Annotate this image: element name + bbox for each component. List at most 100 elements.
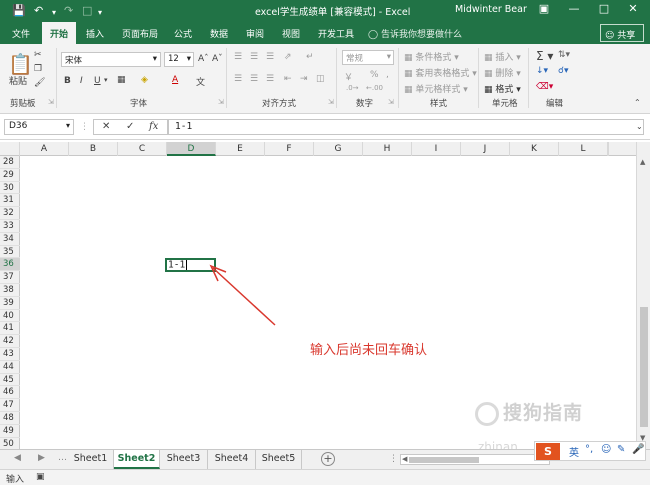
name-box[interactable]: D36 ▾ <box>4 119 74 135</box>
increase-font-icon[interactable]: Aˆ <box>198 54 209 64</box>
maximize-icon[interactable]: □ <box>593 2 615 15</box>
undo-dropdown-icon[interactable]: ▾ <box>52 5 56 21</box>
paste-icon[interactable]: 📋 <box>8 52 33 76</box>
row-header-45[interactable]: 45 <box>0 374 20 387</box>
row-header-42[interactable]: 42 <box>0 335 20 348</box>
font-launcher-icon[interactable]: ⇲ <box>218 98 224 106</box>
delete-cells-button[interactable]: ▦ 删除 ▾ <box>484 66 521 79</box>
undo-icon[interactable]: ↶ <box>34 3 43 19</box>
currency-icon[interactable]: ￥ <box>344 70 353 83</box>
prev-sheet-icon[interactable]: ◀ <box>14 453 21 463</box>
scroll-left-icon[interactable]: ◀ <box>402 455 407 463</box>
tab-formulas[interactable]: 公式 <box>174 27 192 40</box>
column-header-m[interactable]: M <box>608 142 609 156</box>
insert-cells-button[interactable]: ▦ 插入 ▾ <box>484 50 521 63</box>
select-all-corner[interactable] <box>0 142 20 156</box>
font-name-select[interactable]: 宋体 ▾ <box>61 52 161 67</box>
underline-icon[interactable]: U <box>94 76 101 86</box>
column-header-k[interactable]: K <box>510 142 559 156</box>
align-bottom-icon[interactable]: ☰ <box>266 52 274 62</box>
align-top-icon[interactable]: ☰ <box>234 52 242 62</box>
row-header-46[interactable]: 46 <box>0 386 20 400</box>
share-button[interactable]: ☺ 共享 <box>600 24 644 42</box>
format-cells-button[interactable]: ▦ 格式 ▾ <box>484 82 521 95</box>
decrease-font-icon[interactable]: Aˇ <box>212 54 223 64</box>
column-header-b[interactable]: B <box>69 142 118 156</box>
cell-styles-button[interactable]: ▦ 单元格样式 ▾ <box>404 82 468 95</box>
ime-skin-icon[interactable]: ✎ <box>617 444 625 455</box>
tab-insert[interactable]: 插入 <box>86 27 104 40</box>
tab-file[interactable]: 文件 <box>12 27 30 40</box>
tab-split-icon[interactable]: ⋮ <box>389 454 398 464</box>
percent-icon[interactable]: % <box>370 70 379 80</box>
row-header-37[interactable]: 37 <box>0 271 20 284</box>
align-center-icon[interactable]: ☰ <box>250 74 258 84</box>
alignment-launcher-icon[interactable]: ⇲ <box>328 98 334 106</box>
row-header-41[interactable]: 41 <box>0 322 20 336</box>
row-header-38[interactable]: 38 <box>0 284 20 297</box>
column-header-c[interactable]: C <box>118 142 167 156</box>
sheet-tab-1[interactable]: Sheet1 <box>68 450 114 469</box>
number-format-select[interactable]: 常规 ▾ <box>342 50 394 65</box>
align-middle-icon[interactable]: ☰ <box>250 52 258 62</box>
clear-icon[interactable]: ⌫▾ <box>536 82 553 92</box>
tab-review[interactable]: 审阅 <box>246 27 264 40</box>
row-header-34[interactable]: 34 <box>0 233 20 246</box>
comma-icon[interactable]: , <box>386 70 389 80</box>
next-sheet-icon[interactable]: ▶ <box>38 453 45 463</box>
macro-record-icon[interactable]: ▣ <box>36 472 45 482</box>
column-header-d[interactable]: D <box>167 142 216 156</box>
ime-punctuation-icon[interactable]: °, <box>585 444 593 455</box>
tab-home[interactable]: 开始 <box>42 22 77 44</box>
font-size-select[interactable]: 12 ▾ <box>164 52 194 67</box>
sheet-tab-5[interactable]: Sheet5 <box>256 450 302 469</box>
phonetic-icon[interactable]: 文 <box>196 75 205 88</box>
fill-icon[interactable]: ↓▾ <box>536 66 548 76</box>
tab-view[interactable]: 视图 <box>282 27 300 40</box>
tell-me-box[interactable]: ◯ 告诉我你想要做什么 <box>368 27 462 40</box>
decrease-indent-icon[interactable]: ⇤ <box>284 74 292 84</box>
format-painter-icon[interactable]: 🖌 <box>34 78 45 88</box>
row-header-40[interactable]: 40 <box>0 310 20 323</box>
fill-color-icon[interactable]: ◈ <box>141 75 148 85</box>
tab-page-layout[interactable]: 页面布局 <box>122 27 158 40</box>
row-header-49[interactable]: 49 <box>0 425 20 438</box>
ime-voice-icon[interactable]: 🎤 <box>632 444 644 455</box>
row-header-32[interactable]: 32 <box>0 207 20 220</box>
row-header-33[interactable]: 33 <box>0 220 20 233</box>
sheet-tab-3[interactable]: Sheet3 <box>160 450 208 469</box>
column-header-h[interactable]: H <box>363 142 412 156</box>
clipboard-launcher-icon[interactable]: ⇲ <box>48 98 54 106</box>
more-sheets-icon[interactable]: … <box>58 453 67 463</box>
borders-icon[interactable]: ▦ <box>117 75 126 85</box>
collapse-ribbon-icon[interactable]: ⌃ <box>634 98 641 107</box>
scroll-up-icon[interactable]: ▲ <box>640 158 645 166</box>
row-header-35[interactable]: 35 <box>0 246 20 259</box>
paste-label[interactable]: 粘贴 <box>9 74 27 87</box>
copy-icon[interactable]: ❐ <box>34 64 42 74</box>
ribbon-display-icon[interactable]: ▣ <box>533 2 555 15</box>
active-cell-d36[interactable]: 1-1 <box>165 258 216 272</box>
redo-icon[interactable]: ↷ <box>64 3 73 19</box>
expand-formula-bar-icon[interactable]: ⌄ <box>636 122 643 131</box>
format-as-table-button[interactable]: ▦ 套用表格格式 ▾ <box>404 66 477 79</box>
add-sheet-icon[interactable]: + <box>321 452 335 466</box>
row-header-29[interactable]: 29 <box>0 169 20 182</box>
row-header-43[interactable]: 43 <box>0 348 20 361</box>
row-header-48[interactable]: 48 <box>0 412 20 425</box>
column-header-a[interactable]: A <box>20 142 69 156</box>
row-header-47[interactable]: 47 <box>0 399 20 412</box>
sogou-logo-icon[interactable]: S <box>536 443 560 460</box>
column-header-e[interactable]: E <box>216 142 265 156</box>
increase-decimal-icon[interactable]: .0→ <box>346 84 359 92</box>
scroll-thumb[interactable] <box>640 307 648 427</box>
cancel-entry-icon[interactable]: ✕ <box>102 121 110 132</box>
customize-qat-icon[interactable]: ▾ <box>98 5 102 21</box>
row-header-44[interactable]: 44 <box>0 361 20 374</box>
vertical-scrollbar[interactable]: ▲ ▼ <box>636 142 650 449</box>
font-color-icon[interactable]: A <box>172 75 178 85</box>
sort-filter-icon[interactable]: ⇅▾ <box>558 50 570 60</box>
column-header-l[interactable]: L <box>559 142 608 156</box>
new-icon[interactable]: □ <box>82 3 92 19</box>
user-name[interactable]: Midwinter Bear <box>455 4 527 15</box>
